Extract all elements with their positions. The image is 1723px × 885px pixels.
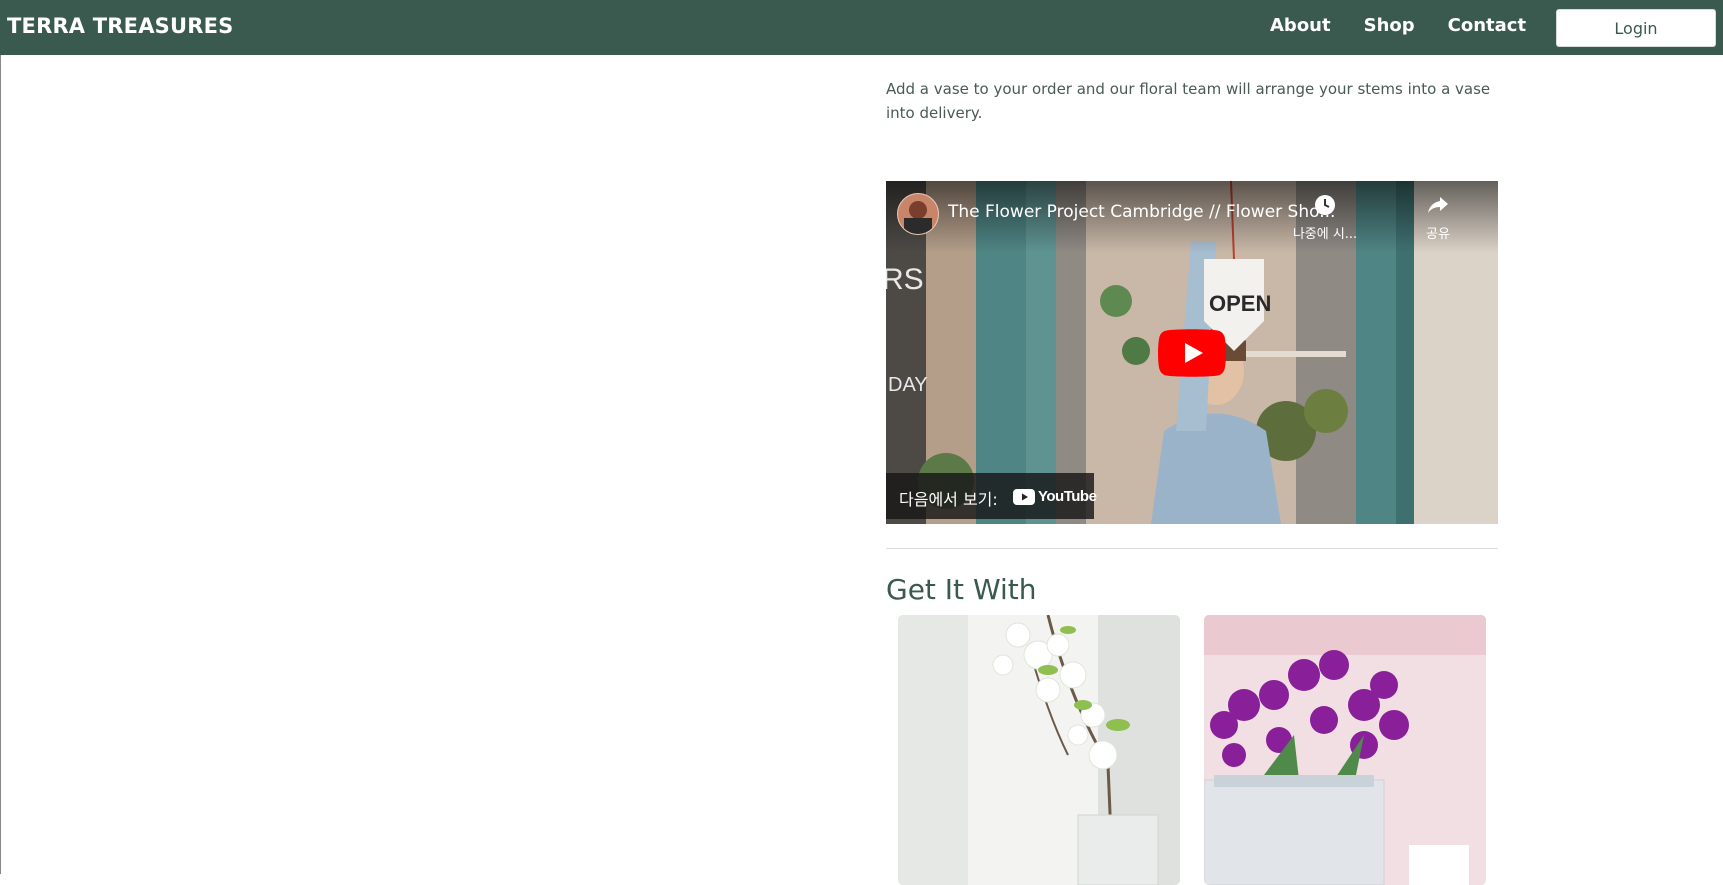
watch-later-button[interactable]: 나중에 시... xyxy=(1287,193,1363,242)
share-button[interactable]: 공유 xyxy=(1400,193,1476,242)
purple-hyacinth-jar-image xyxy=(1204,615,1486,885)
youtube-wordmark: YouTube xyxy=(1038,488,1097,505)
product-card-purple-hyacinth[interactable] xyxy=(1204,615,1486,885)
nav-link-about[interactable]: About xyxy=(1270,15,1331,36)
watch-on-label: 다음에서 보기: xyxy=(899,490,998,509)
section-divider xyxy=(886,548,1498,549)
play-icon[interactable] xyxy=(1158,329,1226,377)
svg-text:RS: RS xyxy=(886,263,924,296)
youtube-video-embed[interactable]: RS DAY OPEN The Flower Project Cambridge… xyxy=(886,181,1498,524)
clock-icon xyxy=(1315,195,1335,215)
nav-link-shop[interactable]: Shop xyxy=(1364,15,1415,36)
vase-info-paragraph: Add a vase to your order and our floral … xyxy=(886,80,1491,122)
watch-later-label: 나중에 시... xyxy=(1292,227,1358,242)
get-it-with-heading: Get It With xyxy=(886,573,1037,606)
window-border xyxy=(0,0,1,874)
share-label: 공유 xyxy=(1426,227,1450,242)
login-button[interactable]: Login xyxy=(1556,9,1716,47)
open-sign-text: OPEN xyxy=(1209,291,1271,316)
channel-avatar[interactable] xyxy=(897,193,939,235)
watch-on-youtube-button[interactable]: 다음에서 보기: YouTube xyxy=(886,473,1097,519)
svg-text:DAY: DAY xyxy=(888,374,928,396)
video-title[interactable]: The Flower Project Cambridge // Flower S… xyxy=(948,202,1335,222)
navbar: TERRA TREASURES About Shop Contact Login xyxy=(0,0,1723,55)
youtube-logo: YouTube xyxy=(1013,488,1097,505)
white-blossom-vase-image xyxy=(898,615,1180,885)
brand-logo[interactable]: TERRA TREASURES xyxy=(7,14,233,38)
product-card-white-blossom[interactable] xyxy=(898,615,1180,885)
share-arrow-icon xyxy=(1428,197,1448,213)
nav-link-contact[interactable]: Contact xyxy=(1448,15,1526,36)
nav-links: About Shop Contact xyxy=(1270,15,1559,36)
youtube-play-icon xyxy=(1013,488,1035,505)
